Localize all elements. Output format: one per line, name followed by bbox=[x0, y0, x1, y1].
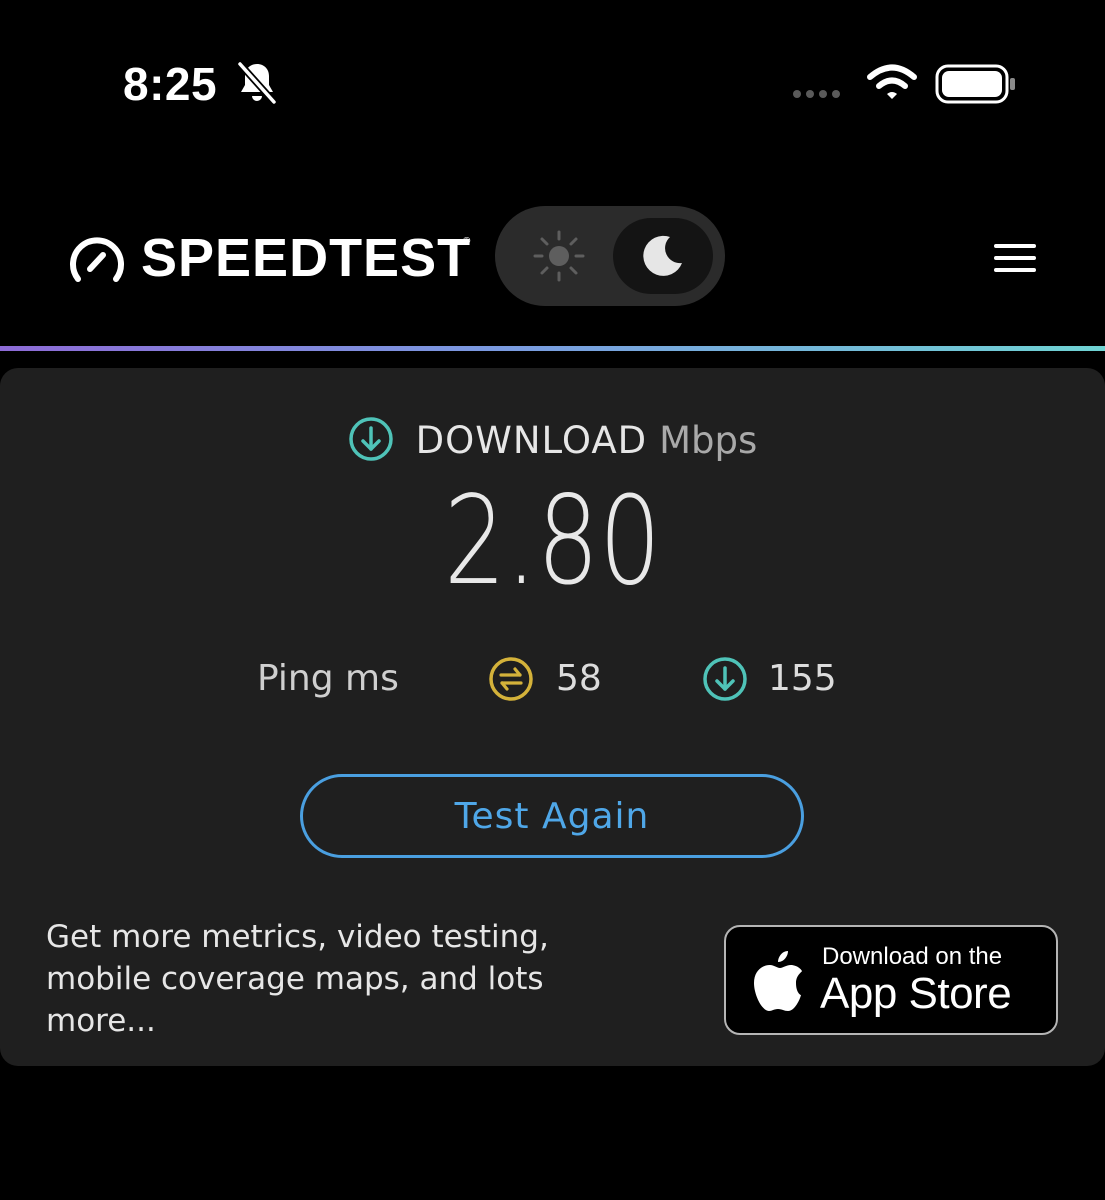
app-store-large-text: App Store bbox=[820, 969, 1012, 1018]
moon-icon bbox=[643, 235, 682, 276]
registered-mark: ® bbox=[463, 236, 471, 247]
download-header: DOWNLOAD Mbps bbox=[0, 416, 1105, 466]
speedometer-logo-icon bbox=[70, 237, 124, 282]
ping-idle-icon bbox=[489, 657, 533, 701]
app-store-small-text: Download on the bbox=[822, 943, 1003, 970]
battery-icon bbox=[935, 64, 1015, 104]
bell-slash-icon bbox=[237, 61, 277, 105]
download-unit: Mbps bbox=[659, 419, 758, 462]
hamburger-menu-icon[interactable] bbox=[988, 238, 1040, 278]
result-card: DOWNLOAD Mbps 2.80 Ping ms 58 155 Test Ag… bbox=[0, 368, 1105, 1066]
sun-icon bbox=[533, 230, 585, 282]
download-label: DOWNLOAD bbox=[415, 419, 648, 462]
brand-name: SPEEDTEST bbox=[141, 228, 472, 288]
app-header: SPEEDTEST ® bbox=[0, 200, 1105, 320]
header-divider bbox=[0, 346, 1105, 351]
wifi-icon bbox=[867, 64, 917, 99]
app-store-button[interactable]: Download on the App Store bbox=[724, 925, 1058, 1035]
promo-text: Get more metrics, video testing, mobile … bbox=[46, 919, 549, 1039]
theme-toggle[interactable] bbox=[495, 206, 725, 306]
apple-logo-icon bbox=[754, 951, 802, 1011]
ping-download-icon bbox=[703, 657, 747, 701]
cellular-dots-icon bbox=[793, 90, 840, 98]
ping-idle-value: 58 bbox=[556, 658, 602, 699]
ping-row: Ping ms 58 155 bbox=[0, 654, 1105, 704]
status-time: 8:25 bbox=[123, 58, 218, 110]
light-theme-button[interactable] bbox=[515, 218, 603, 294]
dark-theme-button[interactable] bbox=[613, 218, 713, 294]
test-again-button[interactable]: Test Again bbox=[300, 774, 804, 858]
download-arrow-icon bbox=[348, 416, 393, 461]
download-value: 2.80 bbox=[443, 470, 662, 612]
ping-label: Ping ms bbox=[257, 658, 399, 699]
ping-download-value: 155 bbox=[768, 658, 837, 699]
